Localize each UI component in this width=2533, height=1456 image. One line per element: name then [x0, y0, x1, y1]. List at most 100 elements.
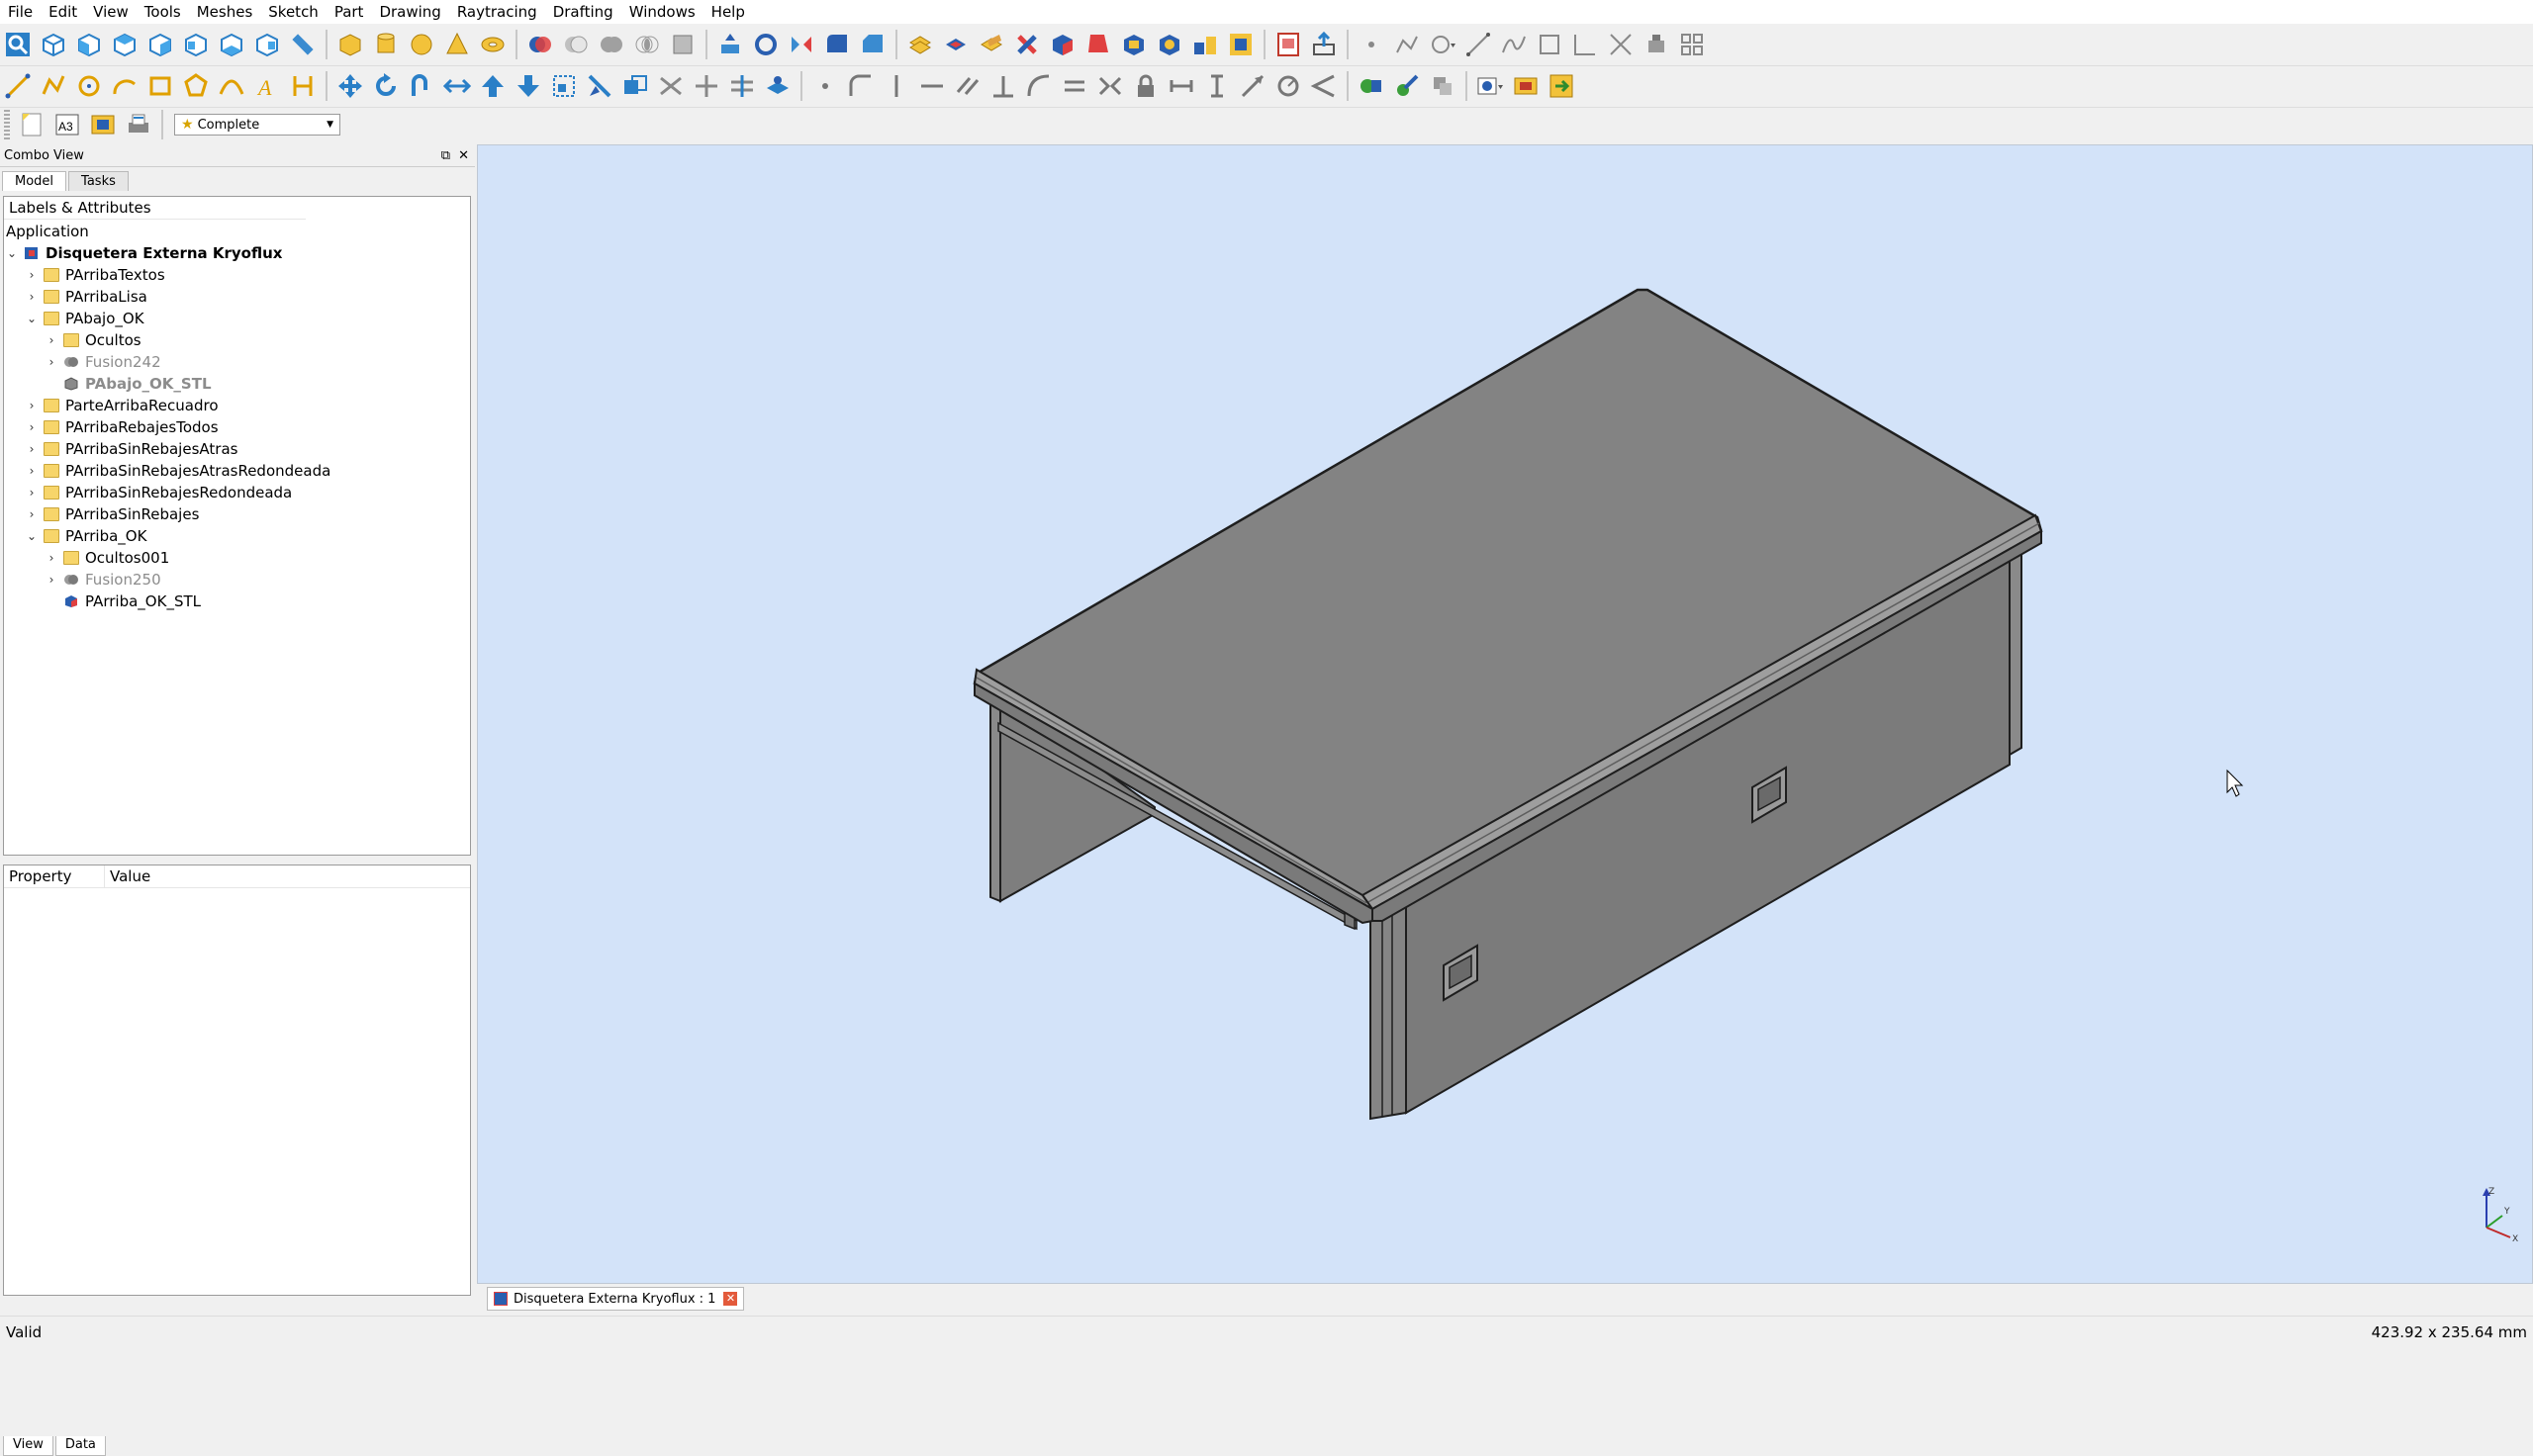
revolve-icon[interactable] [748, 27, 784, 62]
part-compound-icon[interactable] [1187, 27, 1223, 62]
expander-open-icon[interactable]: ⌄ [6, 246, 18, 260]
menu-file[interactable]: File [0, 0, 41, 24]
menu-tools[interactable]: Tools [137, 0, 189, 24]
print-icon[interactable] [121, 107, 156, 142]
draft-edit-icon[interactable] [582, 68, 617, 104]
tree-item[interactable]: › PArribaSinRebajesAtras [26, 438, 238, 460]
close-tab-icon[interactable]: ✕ [723, 1292, 738, 1306]
undock-icon[interactable]: ⧉ [441, 148, 450, 163]
macro-record-icon[interactable] [1354, 68, 1389, 104]
expander-closed-icon[interactable]: › [26, 507, 38, 521]
loft-icon[interactable] [1045, 27, 1080, 62]
tab-model[interactable]: Model [2, 171, 67, 191]
drawing-view-icon[interactable] [85, 107, 121, 142]
constraint-angle-icon[interactable] [1306, 68, 1342, 104]
export-icon[interactable] [1306, 27, 1342, 62]
draft-move-icon[interactable] [332, 68, 368, 104]
cut-icon[interactable] [558, 27, 594, 62]
part-array-icon[interactable] [1152, 27, 1187, 62]
expander-closed-icon[interactable]: › [26, 464, 38, 478]
torus-icon[interactable] [475, 27, 511, 62]
polyline-icon[interactable] [1389, 27, 1425, 62]
expander-closed-icon[interactable]: › [46, 355, 57, 369]
array-icon[interactable] [1674, 27, 1710, 62]
render-icon[interactable] [1508, 68, 1544, 104]
tree-root-application[interactable]: Application [6, 221, 89, 242]
expander-open-icon[interactable]: ⌄ [26, 529, 38, 543]
menu-drawing[interactable]: Drawing [371, 0, 448, 24]
boolean-icon[interactable] [522, 27, 558, 62]
draw-style-dropdown-icon[interactable] [1472, 68, 1508, 104]
constraint-tangent2-icon[interactable] [1021, 68, 1057, 104]
tree-item[interactable]: › PArribaSinRebajesRedondeada [26, 482, 293, 503]
section-icon[interactable] [902, 27, 938, 62]
rectangle-icon[interactable] [1532, 27, 1567, 62]
constraint-equal-icon[interactable] [1057, 68, 1092, 104]
draft-text-icon[interactable]: A [249, 68, 285, 104]
draft-split-icon[interactable] [724, 68, 760, 104]
constraint-hdistance-icon[interactable] [1164, 68, 1199, 104]
view-front-icon[interactable] [71, 27, 107, 62]
draft-downgrade-icon[interactable] [511, 68, 546, 104]
menu-help[interactable]: Help [704, 0, 753, 24]
expander-closed-icon[interactable]: › [26, 442, 38, 456]
draft-wire-icon[interactable] [36, 68, 71, 104]
constraint-tangent-icon[interactable] [843, 68, 879, 104]
macro-edit-icon[interactable] [1389, 68, 1425, 104]
draft-rotate-icon[interactable] [368, 68, 404, 104]
draft-stretch-icon[interactable] [653, 68, 689, 104]
cylinder-icon[interactable] [368, 27, 404, 62]
tree-item[interactable]: › ParteArribaRecuadro [26, 395, 219, 416]
constraint-lock-icon[interactable] [1128, 68, 1164, 104]
page-a3-icon[interactable]: A3 [49, 107, 85, 142]
tab-data[interactable]: Data [54, 1436, 106, 1456]
menu-edit[interactable]: Edit [41, 0, 85, 24]
run-macro-icon[interactable] [1544, 68, 1579, 104]
tree-item[interactable]: › PArribaTextos [26, 264, 165, 286]
tree-item[interactable]: › Ocultos001 [46, 547, 170, 569]
menu-part[interactable]: Part [327, 0, 372, 24]
extrude-icon[interactable] [712, 27, 748, 62]
part-shapebuilder-icon[interactable] [1223, 27, 1259, 62]
draft-working-plane-icon[interactable] [760, 68, 796, 104]
view-bottom-icon[interactable] [214, 27, 249, 62]
tree-item[interactable]: PAbajo_OK_STL [46, 373, 212, 395]
trim-icon[interactable] [1603, 27, 1639, 62]
menu-drafting[interactable]: Drafting [545, 0, 621, 24]
menu-sketch[interactable]: Sketch [260, 0, 327, 24]
close-icon[interactable]: ✕ [458, 148, 469, 163]
expander-closed-icon[interactable]: › [26, 399, 38, 412]
tree-item[interactable]: › Fusion242 [46, 351, 161, 373]
sweep-icon[interactable] [1080, 27, 1116, 62]
macro-stop-icon[interactable] [1425, 68, 1460, 104]
tree-item[interactable]: › PArribaRebajesTodos [26, 416, 219, 438]
expander-closed-icon[interactable]: › [26, 268, 38, 282]
view-top-icon[interactable] [107, 27, 142, 62]
offset-icon[interactable] [974, 27, 1009, 62]
expander-closed-icon[interactable]: › [46, 573, 57, 587]
draft-upgrade-icon[interactable] [475, 68, 511, 104]
tree-item[interactable]: › PArribaLisa [26, 286, 147, 308]
expander-closed-icon[interactable]: › [26, 420, 38, 434]
tree-item[interactable]: ⌄ PArriba_OK [26, 525, 146, 547]
tree-item[interactable]: › Ocultos [46, 329, 141, 351]
constraint-vdistance-icon[interactable] [1199, 68, 1235, 104]
constraint-parallel-icon[interactable] [950, 68, 985, 104]
draft-circle-icon[interactable] [71, 68, 107, 104]
draft-scale-icon[interactable] [546, 68, 582, 104]
constraint-distance-icon[interactable] [1235, 68, 1270, 104]
constraint-symmetric-icon[interactable] [1092, 68, 1128, 104]
view-axonometric-icon[interactable] [36, 27, 71, 62]
chamfer-icon[interactable] [855, 27, 891, 62]
draft-offset-icon[interactable] [404, 68, 439, 104]
menu-meshes[interactable]: Meshes [189, 0, 261, 24]
draft-dimension-icon[interactable] [285, 68, 321, 104]
view-rear-icon[interactable] [178, 27, 214, 62]
view-right-icon[interactable] [142, 27, 178, 62]
point-icon[interactable] [1354, 27, 1389, 62]
constraint-radius-icon[interactable] [1270, 68, 1306, 104]
fit-all-icon[interactable] [0, 27, 36, 62]
dimension-icon[interactable] [1567, 27, 1603, 62]
line-icon[interactable] [1460, 27, 1496, 62]
constraint-vertical-icon[interactable] [879, 68, 914, 104]
